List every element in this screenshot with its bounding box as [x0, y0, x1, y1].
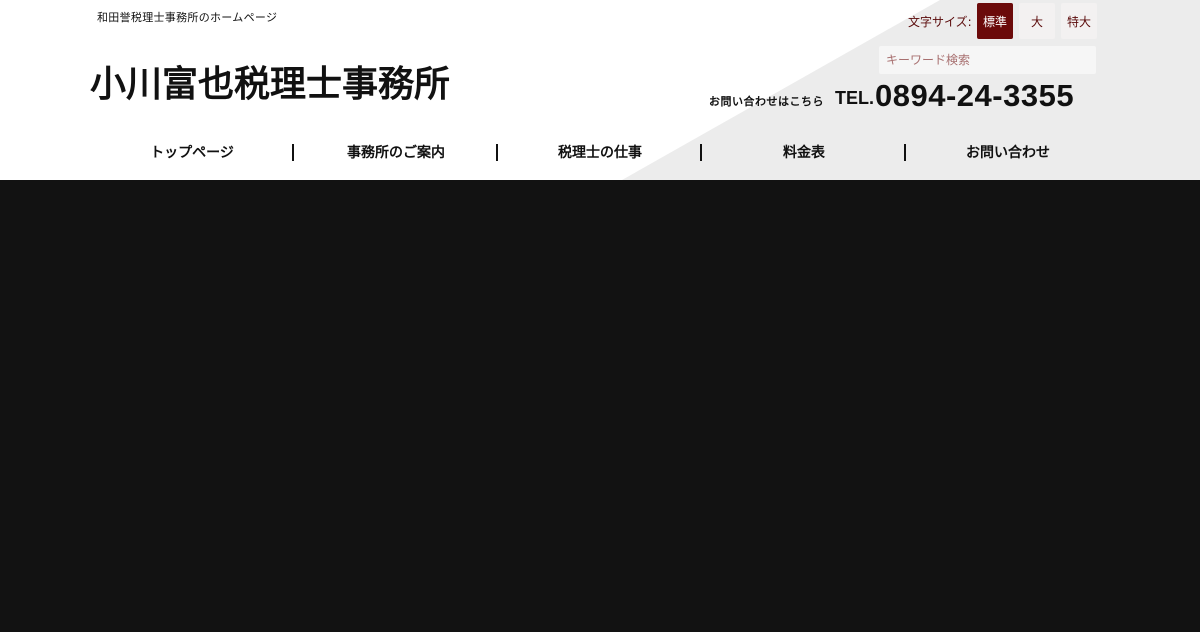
site-header: 和田誉税理士事務所のホームページ 小川富也税理士事務所 文字サイズ: 標準 大 … [0, 0, 1200, 180]
font-size-standard-button[interactable]: 標準 [977, 3, 1013, 39]
font-size-extra-large-button[interactable]: 特大 [1061, 3, 1097, 39]
keyword-search-input[interactable] [879, 46, 1096, 74]
font-size-label: 文字サイズ: [908, 15, 972, 29]
font-size-large-button[interactable]: 大 [1019, 3, 1055, 39]
hero-slideshow-area [0, 180, 1200, 632]
nav-item-top-page[interactable]: トップページ [90, 133, 294, 171]
nav-item-contact[interactable]: お問い合わせ [906, 133, 1110, 171]
nav-item-office-info[interactable]: 事務所のご案内 [294, 133, 498, 171]
site-title-logo[interactable]: 小川富也税理士事務所 [90, 55, 450, 107]
nav-item-fees[interactable]: 料金表 [702, 133, 906, 171]
contact-lead-text: お問い合わせはこちら [709, 95, 824, 108]
nav-item-tax-work[interactable]: 税理士の仕事 [498, 133, 702, 171]
contact-block: お問い合わせはこちら TEL. 0894-24-3355 [709, 78, 1099, 114]
tel-prefix: TEL. [835, 88, 874, 108]
phone-number[interactable]: 0894-24-3355 [875, 78, 1074, 114]
global-nav: トップページ 事務所のご案内 税理士の仕事 料金表 お問い合わせ [90, 133, 1110, 171]
site-tagline: 和田誉税理士事務所のホームページ [97, 11, 278, 24]
font-size-switcher: 文字サイズ: 標準 大 特大 [900, 3, 1100, 39]
